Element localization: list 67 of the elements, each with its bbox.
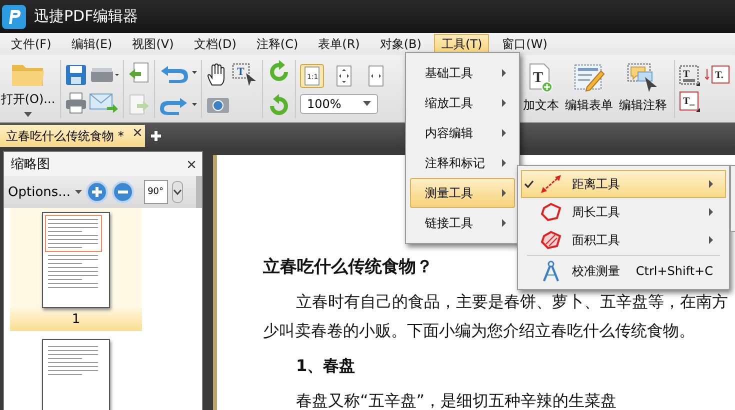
toolbar-button[interactable]: 编辑表单	[562, 63, 616, 114]
paragraph-line: 春盘又称“五辛盘”，是细切五种辛辣的生菜盘	[295, 391, 617, 410]
page-thumbnail[interactable]: 1	[10, 208, 142, 331]
dropdown-caret-icon[interactable]	[74, 190, 82, 194]
submenu-arrow-icon	[502, 219, 506, 227]
submenu-arrow-icon	[502, 129, 506, 137]
page-arrow-icon[interactable]	[128, 62, 150, 84]
menu-item[interactable]: 面积工具	[521, 226, 726, 254]
perimeter-icon	[540, 202, 562, 222]
text-box-icon[interactable]: T_	[679, 90, 701, 112]
menu-item[interactable]: 文件(F)	[4, 34, 58, 54]
zoom-out-icon[interactable]	[112, 181, 134, 203]
toolbar-button[interactable]: T 加文本	[520, 63, 562, 114]
open-button[interactable]: 打开(O)...	[0, 60, 56, 116]
new-tab-icon[interactable]	[150, 131, 161, 141]
menu-item[interactable]: 注释(C)	[249, 34, 306, 54]
comment-edit-icon	[627, 63, 659, 93]
menu-item[interactable]: 注释和标记	[410, 148, 515, 178]
rotate-button[interactable]: 90°	[144, 180, 168, 204]
close-icon[interactable]	[134, 129, 141, 136]
submenu-arrow-icon	[502, 159, 506, 167]
printer-icon[interactable]	[65, 92, 87, 114]
submenu-arrow-icon	[502, 99, 506, 107]
toolbar-button[interactable]: 编辑注释	[616, 63, 670, 114]
menu-item[interactable]: 窗口(W)	[495, 34, 554, 54]
app-logo-icon	[2, 4, 26, 28]
dropdown-caret-icon	[363, 101, 371, 106]
menu-item[interactable]: 测量工具	[410, 178, 515, 208]
menu-item[interactable]: 距离工具	[521, 170, 726, 198]
document-heading: 立春吃什么传统食物？	[263, 256, 433, 278]
rotate-counterclockwise-icon[interactable]	[267, 94, 291, 118]
email-icon[interactable]	[89, 92, 119, 114]
distance-icon	[540, 174, 562, 194]
zoom-in-icon[interactable]	[86, 181, 108, 203]
close-icon[interactable]	[188, 160, 195, 168]
menu-item[interactable]: 缩放工具	[410, 88, 515, 118]
text-field-icon[interactable]: T	[679, 64, 701, 86]
paragraph-line: 少叫卖春卷的小贩。下面小编为您介绍立春吃什么传统食物。	[263, 321, 695, 342]
submenu-arrow-icon	[502, 69, 506, 77]
menu-item[interactable]: 基础工具	[410, 58, 515, 88]
menu-item[interactable]: 内容编辑	[410, 118, 515, 148]
paragraph-line: 立春时有自己的食品，主要是春饼、萝卜、五辛盘等，在南方	[295, 292, 728, 313]
menu-item[interactable]: 周长工具	[521, 198, 726, 226]
menu-item[interactable]: 校准测量 Ctrl+Shift+C	[521, 257, 726, 285]
panel-title: 缩略图	[11, 156, 50, 173]
submenu-arrow-icon	[502, 189, 506, 197]
menu-item[interactable]: 对象(B)	[372, 34, 428, 54]
options-dropdown[interactable]: Options...	[8, 184, 71, 200]
section-heading: 1、春盘	[295, 356, 356, 377]
menu-item[interactable]: 视图(V)	[125, 34, 181, 54]
chevron-down-icon[interactable]	[172, 181, 183, 203]
menu-item[interactable]: 文档(D)	[186, 34, 244, 54]
page-number: 1	[72, 311, 80, 329]
rotate-clockwise-icon[interactable]	[267, 60, 291, 84]
menu-item[interactable]: 工具(T)	[434, 34, 490, 54]
compass-icon	[541, 260, 561, 282]
form-edit-icon	[573, 63, 605, 93]
save-icon[interactable]	[65, 64, 87, 86]
menu-item[interactable]: 链接工具	[410, 208, 515, 238]
window-title: 迅捷PDF编辑器	[34, 7, 138, 26]
area-icon	[540, 230, 562, 250]
scrollbar-thumb[interactable]	[196, 176, 202, 208]
caret-icon	[24, 112, 32, 116]
zoom-field[interactable]: 100%	[300, 94, 378, 114]
document-tab[interactable]: 立春吃什么传统食物 *	[0, 125, 145, 147]
menu-item[interactable]: 表单(R)	[311, 34, 367, 54]
menu-item[interactable]: 编辑(E)	[64, 34, 120, 54]
